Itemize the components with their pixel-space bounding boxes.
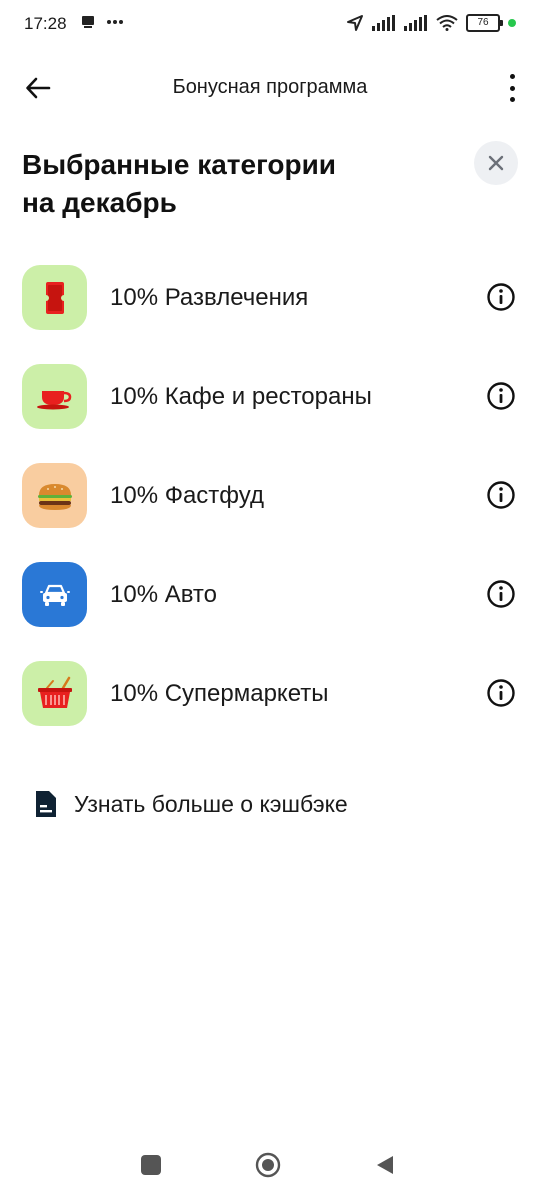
category-list: 10% Развлечения 10% Кафе и рестораны 10%… [0, 265, 540, 760]
learn-more-link[interactable]: Узнать больше о кэшбэке [34, 788, 348, 820]
signal-icon [404, 15, 427, 31]
privacy-indicator-dot [508, 19, 516, 27]
section-heading: Выбранные категории на декабрь [22, 146, 422, 222]
category-label: 10% Развлечения [110, 284, 309, 311]
car-icon [22, 562, 87, 627]
status-left-icons [80, 14, 124, 30]
battery-icon: 76 [466, 14, 503, 32]
learn-more-label: Узнать больше о кэшбэке [74, 790, 348, 817]
info-icon[interactable] [486, 579, 516, 609]
back-nav-button[interactable] [374, 1154, 396, 1176]
document-icon [36, 791, 56, 817]
burger-icon [22, 463, 87, 528]
heading-line-1: Выбранные категории [22, 149, 336, 180]
category-item-auto[interactable]: 10% Авто [0, 562, 540, 661]
app-bar: Бонусная программа [0, 60, 540, 116]
category-item-entertainment[interactable]: 10% Развлечения [0, 265, 540, 364]
category-label: 10% Авто [110, 581, 218, 608]
more-dots-icon [107, 20, 123, 24]
category-item-fastfood[interactable]: 10% Фастфуд [0, 463, 540, 562]
wifi-icon [436, 15, 458, 31]
status-right-icons: 76 [346, 14, 516, 32]
status-time: 17:28 [24, 14, 67, 33]
status-bar: 17:28 76 [0, 0, 540, 52]
home-button[interactable] [255, 1152, 281, 1178]
info-icon[interactable] [486, 381, 516, 411]
category-item-supermarkets[interactable]: 10% Супермаркеты [0, 661, 540, 760]
basket-icon [22, 661, 87, 726]
category-label: 10% Кафе и рестораны [110, 383, 372, 410]
category-item-cafe[interactable]: 10% Кафе и рестораны [0, 364, 540, 463]
recents-button[interactable] [141, 1155, 161, 1175]
close-icon [488, 155, 504, 171]
more-vert-icon[interactable] [508, 74, 516, 102]
info-icon[interactable] [486, 678, 516, 708]
notification-icon [82, 16, 94, 28]
page-title: Бонусная программа [172, 76, 368, 98]
category-label: 10% Супермаркеты [110, 680, 329, 707]
cup-icon [22, 364, 87, 429]
info-icon[interactable] [486, 480, 516, 510]
category-label: 10% Фастфуд [110, 482, 264, 509]
close-button[interactable] [474, 141, 518, 185]
info-icon[interactable] [486, 282, 516, 312]
ticket-icon [22, 265, 87, 330]
system-nav-bar [0, 1140, 540, 1190]
heading-line-2: на декабрь [22, 187, 177, 218]
location-icon [347, 15, 363, 31]
signal-icon [372, 15, 395, 31]
